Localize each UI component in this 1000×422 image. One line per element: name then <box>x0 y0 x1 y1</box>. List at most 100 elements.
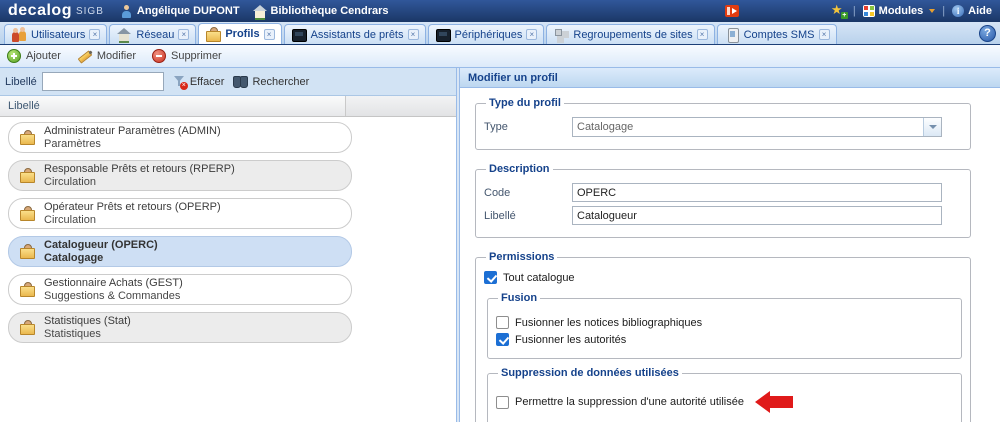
tout-catalogue-label: Tout catalogue <box>503 272 575 284</box>
tab-comptes-sms[interactable]: Comptes SMS × <box>717 24 837 44</box>
user-name: Angélique DUPONT <box>137 5 240 17</box>
tab-peripheriques[interactable]: Périphériques × <box>428 24 545 44</box>
search-input[interactable] <box>42 72 164 91</box>
profiles-list-panel: Libellé Effacer Rechercher Libellé Admin… <box>0 68 457 422</box>
close-icon[interactable]: × <box>819 29 830 40</box>
close-icon[interactable]: × <box>264 29 275 40</box>
clear-button[interactable]: Effacer <box>173 75 225 88</box>
help-button[interactable]: ? <box>979 25 996 42</box>
panel-title: Modifier un profil <box>460 68 1000 88</box>
list-item[interactable]: Responsable Prêts et retours (RPERP)Circ… <box>8 160 352 191</box>
tab-label: Assistants de prêts <box>311 29 404 41</box>
column-libelle[interactable]: Libellé <box>0 96 346 116</box>
add-button[interactable]: Ajouter <box>7 49 61 63</box>
current-user[interactable]: Angélique DUPONT <box>120 5 240 18</box>
separator: | <box>853 5 856 17</box>
panel-content: Type du profil Type Catalogage Descripti… <box>460 88 1000 422</box>
profile-title: Statistiques (Stat) <box>44 315 131 328</box>
tout-catalogue-row[interactable]: Tout catalogue <box>484 271 962 284</box>
home-icon <box>253 5 267 18</box>
edit-label: Modifier <box>97 50 136 62</box>
tab-label: Utilisateurs <box>31 29 85 41</box>
tab-profils[interactable]: Profils × <box>198 23 281 44</box>
close-icon[interactable]: × <box>697 29 708 40</box>
code-field[interactable] <box>572 183 942 202</box>
list-column-header[interactable]: Libellé <box>0 96 456 117</box>
fusion-notices-label: Fusionner les notices bibliographiques <box>515 317 702 329</box>
type-select[interactable]: Catalogage <box>572 117 942 137</box>
profile-subtitle: Circulation <box>44 214 221 227</box>
modules-menu[interactable]: Modules <box>863 5 936 17</box>
chevron-down-icon <box>929 9 935 13</box>
add-label: Ajouter <box>26 50 61 62</box>
main-area: Libellé Effacer Rechercher Libellé Admin… <box>0 68 1000 422</box>
close-icon[interactable]: × <box>408 29 419 40</box>
modules-grid-icon <box>863 5 875 17</box>
users-icon <box>11 27 27 42</box>
libelle-field[interactable] <box>572 206 942 225</box>
profile-title: Responsable Prêts et retours (RPERP) <box>44 163 235 176</box>
info-icon <box>952 5 964 17</box>
search-button[interactable]: Rechercher <box>233 76 309 88</box>
profile-folder-icon <box>19 282 35 297</box>
profile-folder-icon <box>19 244 35 259</box>
suppression-autorite-checkbox[interactable] <box>496 396 509 409</box>
user-icon <box>120 5 133 18</box>
list-item[interactable]: Administrateur Paramètres (ADMIN)Paramèt… <box>8 122 352 153</box>
library-name: Bibliothèque Cendrars <box>271 5 389 17</box>
help-menu[interactable]: Aide <box>952 5 992 17</box>
list-item[interactable]: Gestionnaire Achats (GEST)Suggestions & … <box>8 274 352 305</box>
phone-icon <box>724 27 740 42</box>
close-icon[interactable]: × <box>526 29 537 40</box>
fusion-notices-checkbox[interactable] <box>496 316 509 329</box>
search-row: Libellé Effacer Rechercher <box>0 68 456 96</box>
favorite-add-icon[interactable] <box>831 4 846 18</box>
fusion-autorites-label: Fusionner les autorités <box>515 334 626 346</box>
list-item[interactable]: Statistiques (Stat)Statistiques <box>8 312 352 343</box>
highlight-arrow-icon <box>755 391 793 413</box>
profile-folder-icon <box>19 168 35 183</box>
binoculars-icon <box>233 76 248 87</box>
logout-icon[interactable] <box>725 5 739 17</box>
tab-label: Périphériques <box>455 29 523 41</box>
close-icon[interactable]: × <box>178 29 189 40</box>
pencil-icon <box>77 49 92 63</box>
tab-utilisateurs[interactable]: Utilisateurs × <box>4 24 107 44</box>
profile-folder-icon <box>205 27 221 42</box>
fusion-autorites-row[interactable]: Fusionner les autorités <box>496 333 953 346</box>
clear-filter-icon <box>173 75 186 88</box>
libelle-label: Libellé <box>484 210 572 222</box>
help-label: Aide <box>968 5 992 17</box>
delete-button[interactable]: Supprimer <box>152 49 222 63</box>
profile-folder-icon <box>19 130 35 145</box>
description-legend: Description <box>486 163 553 175</box>
fusion-autorites-checkbox[interactable] <box>496 333 509 346</box>
monitor-icon <box>435 27 451 42</box>
list-item[interactable]: Opérateur Prêts et retours (OPERP)Circul… <box>8 198 352 229</box>
tout-catalogue-checkbox[interactable] <box>484 271 497 284</box>
monitor-icon <box>291 27 307 42</box>
separator: | <box>942 5 945 17</box>
tab-bar: Utilisateurs × Réseau × Profils × Assist… <box>0 22 1000 45</box>
profile-edit-panel: Modifier un profil Type du profil Type C… <box>459 68 1000 422</box>
suppression-section: Suppression de données utilisées Permett… <box>487 367 962 422</box>
current-library[interactable]: Bibliothèque Cendrars <box>253 5 389 18</box>
profile-title: Catalogueur (OPERC) <box>44 239 158 252</box>
list-item-selected[interactable]: Catalogueur (OPERC)Catalogage <box>8 236 352 267</box>
tab-regroupements-de-sites[interactable]: Regroupements de sites × <box>546 24 714 44</box>
chevron-down-icon[interactable] <box>923 118 941 136</box>
tab-label: Profils <box>225 28 259 40</box>
tab-assistants-de-prets[interactable]: Assistants de prêts × <box>284 24 426 44</box>
modules-label: Modules <box>879 5 924 17</box>
profile-title: Opérateur Prêts et retours (OPERP) <box>44 201 221 214</box>
delete-icon <box>152 49 166 63</box>
suppression-autorite-row[interactable]: Permettre la suppression d'une autorité … <box>496 391 953 413</box>
search-label: Libellé <box>5 76 37 88</box>
close-icon[interactable]: × <box>89 29 100 40</box>
app-logo-suffix: SIGB <box>76 6 104 17</box>
edit-button[interactable]: Modifier <box>77 49 136 63</box>
tab-reseau[interactable]: Réseau × <box>109 24 196 44</box>
action-toolbar: Ajouter Modifier Supprimer <box>0 45 1000 68</box>
fusion-notices-row[interactable]: Fusionner les notices bibliographiques <box>496 316 953 329</box>
suppression-autorite-label: Permettre la suppression d'une autorité … <box>515 396 744 408</box>
